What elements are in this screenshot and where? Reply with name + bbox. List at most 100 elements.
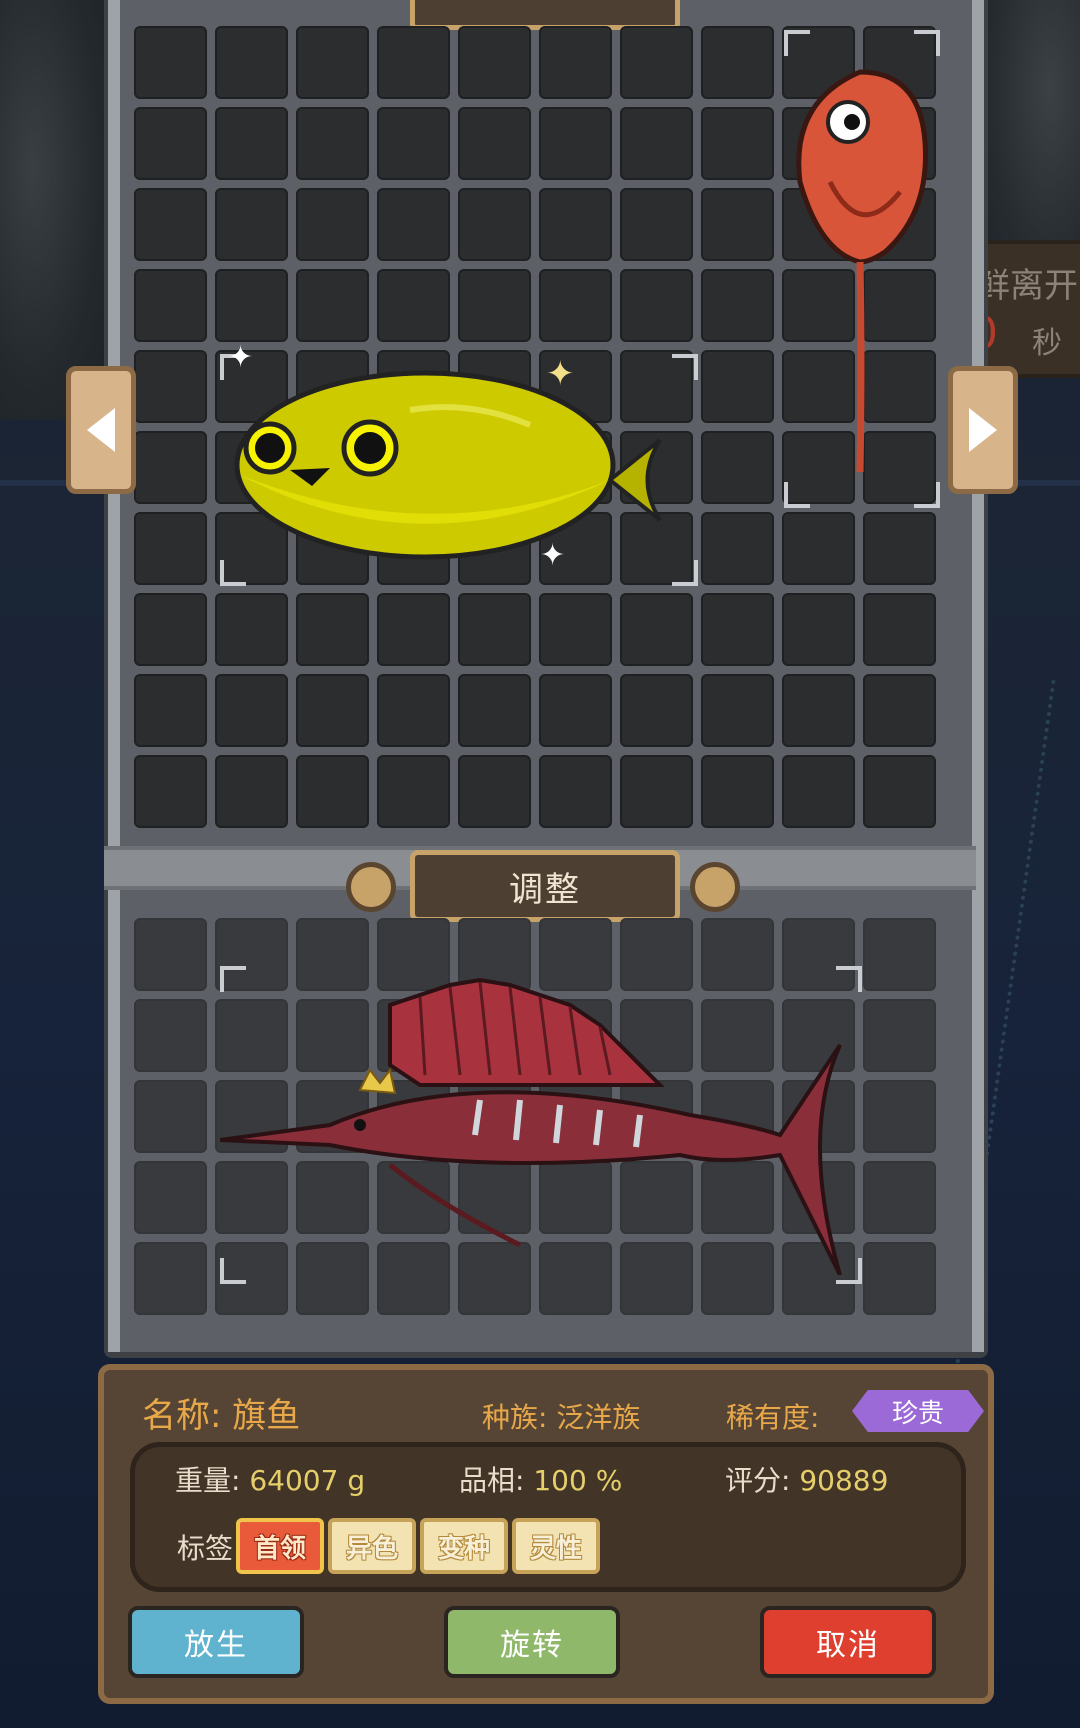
grid-cell[interactable] [539,593,612,666]
rotate-button[interactable]: 旋转 [444,1606,620,1678]
grid-cell[interactable] [620,26,693,99]
grid-cell[interactable] [701,512,774,585]
grid-cell[interactable] [377,26,450,99]
quality-value: 100 % [533,1464,623,1497]
grid-cell[interactable] [458,674,531,747]
grid-cell[interactable] [215,26,288,99]
sailfish-sprite[interactable] [220,975,860,1275]
grid-cell[interactable] [377,674,450,747]
prev-button[interactable] [66,366,136,494]
grid-cell[interactable] [458,269,531,342]
grid-cell[interactable] [134,593,207,666]
timer-label: 鲜离开 [976,266,1078,306]
tag-alt-color[interactable]: 异色 [328,1518,416,1574]
grid-cell[interactable] [863,512,936,585]
pufferfish-sprite[interactable] [230,360,670,570]
arrow-right-icon [969,408,997,452]
tag-variant[interactable]: 变种 [420,1518,508,1574]
grid-cell[interactable] [701,755,774,828]
grid-cell[interactable] [215,188,288,261]
grid-cell[interactable] [458,593,531,666]
grid-cell[interactable] [620,755,693,828]
grid-cell[interactable] [377,107,450,180]
grid-cell[interactable] [701,107,774,180]
grid-cell[interactable] [701,674,774,747]
grid-cell[interactable] [458,26,531,99]
grid-cell[interactable] [296,107,369,180]
grid-cell[interactable] [863,918,936,991]
grid-cell[interactable] [863,593,936,666]
grid-cell[interactable] [458,107,531,180]
grid-cell[interactable] [377,269,450,342]
grid-cell[interactable] [215,269,288,342]
grid-cell[interactable] [296,188,369,261]
cancel-button[interactable]: 取消 [760,1606,936,1678]
grid-cell[interactable] [296,269,369,342]
grid-cell[interactable] [539,269,612,342]
grid-cell[interactable] [782,674,855,747]
grid-cell[interactable] [134,26,207,99]
grid-cell[interactable] [134,188,207,261]
grid-cell[interactable] [863,1161,936,1234]
grid-cell[interactable] [782,512,855,585]
grid-cell[interactable] [134,1080,207,1153]
grid-cell[interactable] [539,188,612,261]
grid-cell[interactable] [296,26,369,99]
grid-cell[interactable] [539,674,612,747]
grid-cell[interactable] [539,26,612,99]
grid-cell[interactable] [701,188,774,261]
release-button[interactable]: 放生 [128,1606,304,1678]
next-button[interactable] [948,366,1018,494]
grid-cell[interactable] [539,755,612,828]
grid-cell[interactable] [377,188,450,261]
grid-cell[interactable] [458,755,531,828]
grid-cell[interactable] [620,107,693,180]
grid-cell[interactable] [620,269,693,342]
grid-cell[interactable] [782,593,855,666]
grid-cell[interactable] [863,999,936,1072]
grid-cell[interactable] [863,1242,936,1315]
grid-cell[interactable] [620,674,693,747]
frame-rail-right [972,0,984,1352]
grid-cell[interactable] [296,755,369,828]
grid-cell[interactable] [134,674,207,747]
grid-cell[interactable] [620,593,693,666]
selection-corner [784,30,810,56]
grid-cell[interactable] [458,188,531,261]
grid-cell[interactable] [620,188,693,261]
grid-cell[interactable] [215,107,288,180]
grid-cell[interactable] [296,674,369,747]
grid-cell[interactable] [134,1242,207,1315]
arrow-left-icon [87,408,115,452]
grid-cell[interactable] [134,269,207,342]
grid-cell[interactable] [134,999,207,1072]
grid-cell[interactable] [134,107,207,180]
background-rock-left [0,0,110,420]
grid-cell[interactable] [539,107,612,180]
grid-cell[interactable] [782,755,855,828]
grid-cell[interactable] [701,26,774,99]
tag-leader[interactable]: 首领 [236,1518,324,1574]
grid-cell[interactable] [377,755,450,828]
grid-cell[interactable] [701,350,774,423]
grid-cell[interactable] [215,674,288,747]
grid-cell[interactable] [134,755,207,828]
grid-cell[interactable] [215,593,288,666]
grid-cell[interactable] [701,431,774,504]
grid-cell[interactable] [863,755,936,828]
plate-knob-left [346,862,396,912]
grid-cell[interactable] [701,593,774,666]
grid-cell[interactable] [134,431,207,504]
grid-cell[interactable] [701,269,774,342]
grid-cell[interactable] [134,350,207,423]
tag-spirit[interactable]: 灵性 [512,1518,600,1574]
grid-cell[interactable] [134,918,207,991]
grid-cell[interactable] [134,1161,207,1234]
grid-cell[interactable] [215,755,288,828]
red-fish-sprite[interactable] [790,62,930,482]
grid-cell[interactable] [377,593,450,666]
grid-cell[interactable] [296,593,369,666]
grid-cell[interactable] [134,512,207,585]
grid-cell[interactable] [863,1080,936,1153]
grid-cell[interactable] [863,674,936,747]
